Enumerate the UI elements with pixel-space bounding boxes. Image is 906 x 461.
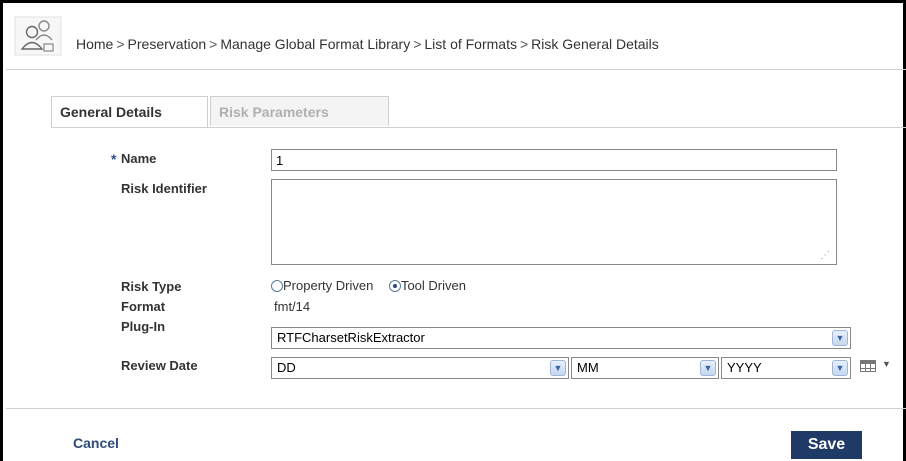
tab-risk-parameters[interactable]: Risk Parameters (210, 96, 389, 126)
users-group-icon (14, 16, 62, 56)
radio-tool-driven-label: Tool Driven (400, 278, 466, 293)
name-label: Name (121, 151, 157, 166)
review-month-value: MM (577, 360, 599, 375)
save-button[interactable]: Save (791, 431, 862, 459)
resize-grip-icon[interactable]: ⋰ (820, 249, 834, 263)
breadcrumb-separator: > (209, 36, 218, 52)
review-day-value: DD (277, 360, 296, 375)
chevron-down-icon[interactable]: ▼ (550, 360, 566, 376)
format-label: Format (121, 299, 166, 314)
breadcrumb-current: Risk General Details (531, 36, 659, 52)
chevron-down-icon[interactable]: ▼ (832, 330, 848, 346)
breadcrumb-list-of-formats[interactable]: List of Formats (424, 36, 517, 52)
cancel-link[interactable]: Cancel (73, 435, 119, 451)
risk-identifier-label: Risk Identifier (121, 181, 207, 196)
risk-identifier-textarea[interactable] (271, 179, 837, 265)
review-year-select[interactable]: YYYY ▼ (721, 357, 851, 379)
review-date-label: Review Date (121, 358, 198, 373)
calendar-icon[interactable] (860, 360, 876, 372)
format-value: fmt/14 (274, 299, 311, 314)
footer-divider (6, 408, 906, 409)
radio-property-driven[interactable]: Property Driven (271, 278, 373, 293)
chevron-down-icon[interactable]: ▼ (700, 360, 716, 376)
review-year-value: YYYY (727, 360, 762, 375)
radio-unchecked-icon[interactable] (271, 280, 283, 292)
breadcrumb-separator: > (519, 36, 529, 52)
name-input[interactable] (271, 149, 837, 171)
header-divider (6, 69, 906, 70)
plugin-select[interactable]: RTFCharsetRiskExtractor ▼ (271, 327, 851, 349)
window-frame: Home > Preservation > Manage Global Format L… (0, 0, 906, 461)
required-marker: * (111, 151, 117, 167)
calendar-button[interactable]: ▼ (860, 359, 894, 375)
header-bar: Home > Preservation > Manage Global Format L… (6, 6, 903, 70)
radio-property-driven-label: Property Driven (283, 278, 374, 293)
review-month-select[interactable]: MM ▼ (571, 357, 719, 379)
breadcrumb-separator: > (413, 36, 422, 52)
breadcrumb-separator: > (116, 36, 125, 52)
caret-down-icon[interactable]: ▼ (882, 359, 891, 369)
risk-type-radio-group: Property Driven Tool Driven (271, 278, 478, 293)
breadcrumb: Home > Preservation > Manage Global Format L… (76, 36, 659, 52)
risk-type-label: Risk Type (121, 279, 182, 294)
radio-tool-driven[interactable]: Tool Driven (388, 278, 466, 293)
breadcrumb-manage-global-format-library[interactable]: Manage Global Format Library (220, 36, 410, 52)
tab-panel-border (51, 127, 906, 128)
plugin-label: Plug-In (121, 319, 166, 334)
review-day-select[interactable]: DD ▼ (271, 357, 569, 379)
plugin-select-value: RTFCharsetRiskExtractor (277, 330, 425, 345)
radio-checked-icon[interactable] (388, 280, 401, 292)
tab-general-details[interactable]: General Details (51, 96, 208, 128)
breadcrumb-home[interactable]: Home (76, 36, 113, 52)
chevron-down-icon[interactable]: ▼ (832, 360, 848, 376)
breadcrumb-preservation[interactable]: Preservation (128, 36, 207, 52)
